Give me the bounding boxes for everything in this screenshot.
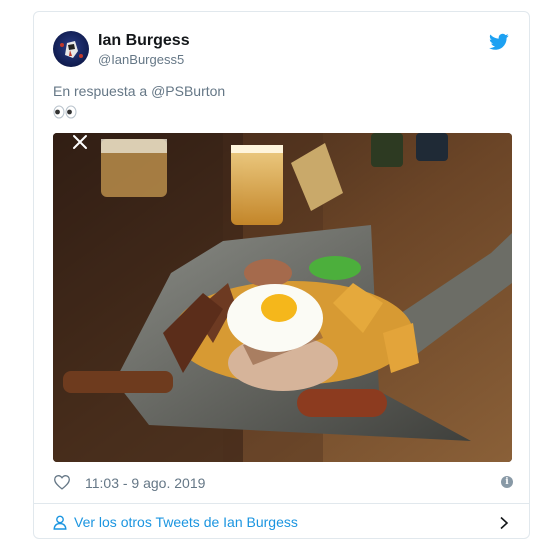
tweet-header: Ian Burgess @IanBurgess5 bbox=[53, 31, 513, 71]
eyes-emoji bbox=[53, 105, 77, 119]
avatar[interactable] bbox=[53, 31, 89, 67]
tweet-timestamp[interactable]: 11:03 - 9 ago. 2019 bbox=[85, 475, 205, 491]
info-icon[interactable]: i bbox=[501, 476, 513, 488]
person-icon bbox=[53, 515, 67, 530]
tweet-photo[interactable] bbox=[53, 133, 512, 462]
more-tweets-link[interactable]: Ver los otros Tweets de Ian Burgess bbox=[53, 512, 513, 534]
author-handle[interactable]: @IanBurgess5 bbox=[98, 52, 184, 67]
close-icon[interactable] bbox=[71, 133, 89, 151]
heart-icon[interactable] bbox=[53, 474, 71, 490]
author-name[interactable]: Ian Burgess bbox=[98, 32, 190, 50]
photo-food-shovel bbox=[53, 133, 512, 462]
chevron-right-icon[interactable] bbox=[499, 516, 509, 530]
tweet-card: Ian Burgess @IanBurgess5 En respuesta a … bbox=[33, 11, 530, 539]
twitter-bird-icon[interactable] bbox=[489, 33, 509, 51]
more-tweets-label[interactable]: Ver los otros Tweets de Ian Burgess bbox=[74, 514, 298, 530]
reply-context: En respuesta a @PSBurton bbox=[53, 83, 225, 99]
reply-mention-link[interactable]: @PSBurton bbox=[151, 83, 225, 99]
reply-prefix: En respuesta a bbox=[53, 83, 148, 99]
tweet-meta: 11:03 - 9 ago. 2019 i bbox=[53, 473, 513, 493]
footer-divider bbox=[34, 503, 529, 504]
